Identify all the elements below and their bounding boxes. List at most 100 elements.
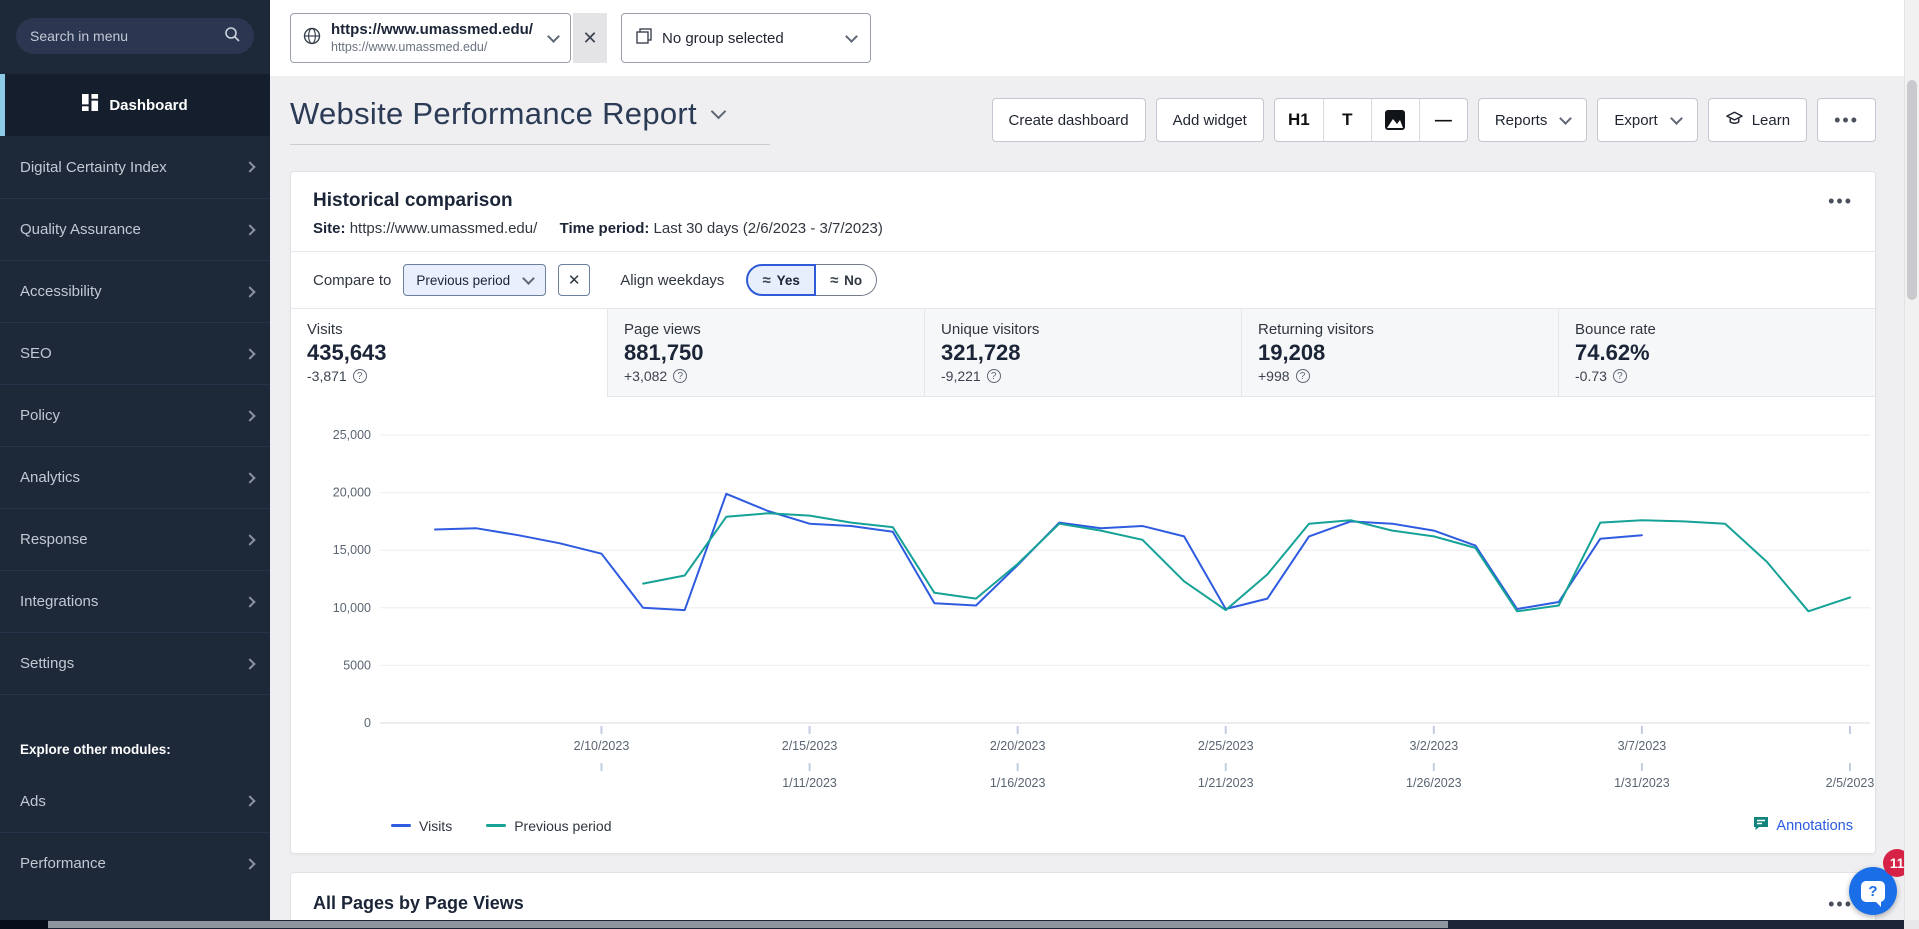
compare-period-dropdown[interactable]: Previous period [403, 264, 546, 296]
group-selector-dropdown[interactable]: No group selected [621, 13, 871, 63]
toolbar: Create dashboard Add widget H1 T — Repor… [992, 98, 1876, 142]
help-circle-icon[interactable]: ? [1613, 369, 1627, 383]
remove-comparison-button[interactable]: ✕ [558, 264, 590, 296]
scrollbar-corner [1904, 920, 1919, 929]
search-input[interactable] [30, 28, 224, 44]
x-tick-label: 3/2/2023 [1409, 739, 1458, 753]
metric-value: 74.62% [1575, 340, 1875, 366]
metric-label: Bounce rate [1575, 321, 1875, 338]
sidebar-item-label: Analytics [20, 469, 80, 486]
x-tick-label-secondary: 2/5/2023 [1826, 776, 1875, 790]
x-tick-label-secondary: 1/26/2023 [1406, 776, 1462, 790]
metric-label: Unique visitors [941, 321, 1241, 338]
sidebar-item-quality-assurance[interactable]: Quality Assurance [0, 198, 270, 260]
legend-label: Previous period [514, 818, 611, 834]
align-weekdays-no-button[interactable]: ≈ No [816, 264, 877, 296]
align-weekdays-label: Align weekdays [620, 272, 724, 289]
chevron-right-icon [244, 410, 255, 421]
card-more-button[interactable]: ••• [1828, 899, 1853, 909]
image-tool-button[interactable] [1371, 99, 1419, 141]
sidebar-item-policy[interactable]: Policy [0, 384, 270, 446]
metric-label: Returning visitors [1258, 321, 1558, 338]
sidebar-item-label: SEO [20, 345, 52, 362]
chevron-right-icon [244, 658, 255, 669]
sidebar-item-accessibility[interactable]: Accessibility [0, 260, 270, 322]
globe-icon [303, 27, 321, 50]
sidebar-item-label: Accessibility [20, 283, 102, 300]
y-tick-label: 25,000 [333, 428, 371, 442]
sidebar-item-label: Response [20, 531, 88, 548]
card-title: All Pages by Page Views [313, 893, 524, 914]
help-circle-icon[interactable]: ? [353, 369, 367, 383]
no-label: No [844, 273, 862, 288]
sidebar-item-performance[interactable]: Performance [0, 832, 270, 894]
report-title-dropdown[interactable]: Website Performance Report [290, 92, 770, 145]
sidebar-item-digital-certainty-index[interactable]: Digital Certainty Index [0, 136, 270, 198]
historical-comparison-card: Historical comparison ••• Site: https://… [290, 171, 1876, 854]
sidebar-item-ads[interactable]: Ads [0, 770, 270, 832]
create-dashboard-button[interactable]: Create dashboard [992, 98, 1146, 142]
text-tool-button[interactable]: T [1323, 99, 1371, 141]
sidebar-item-dashboard[interactable]: Dashboard [0, 74, 270, 136]
ellipsis-icon: ••• [1834, 115, 1859, 125]
sidebar-search[interactable] [16, 18, 254, 54]
horizontal-scrollbar[interactable] [0, 920, 1904, 929]
learn-label: Learn [1752, 112, 1790, 129]
metric-label: Page views [624, 321, 924, 338]
export-dropdown-button[interactable]: Export [1597, 98, 1697, 142]
sidebar-item-integrations[interactable]: Integrations [0, 570, 270, 632]
annotations-label: Annotations [1776, 818, 1853, 834]
y-tick-label: 0 [364, 716, 371, 730]
annotations-link[interactable]: Annotations [1753, 816, 1853, 835]
metric-tab-unique-visitors[interactable]: Unique visitors321,728-9,221? [924, 309, 1241, 397]
chart-canvas: 0500010,00015,00020,00025,0002/10/20232/… [295, 405, 1892, 805]
metric-delta: -9,221 [941, 368, 981, 384]
sidebar-menu: Digital Certainty IndexQuality Assurance… [0, 136, 270, 694]
main-content: Website Performance Report Create dashbo… [270, 76, 1904, 920]
clear-site-button[interactable]: ✕ [573, 13, 607, 63]
sidebar-item-label: Integrations [20, 593, 98, 610]
sidebar: Dashboard Digital Certainty IndexQuality… [0, 0, 270, 920]
help-circle-icon[interactable]: ? [673, 369, 687, 383]
x-tick-label: 2/25/2023 [1198, 739, 1254, 753]
x-tick-label-secondary: 1/31/2023 [1614, 776, 1670, 790]
metric-value: 881,750 [624, 340, 924, 366]
more-options-button[interactable]: ••• [1817, 98, 1876, 142]
vertical-scrollbar[interactable] [1904, 0, 1919, 920]
y-tick-label: 5000 [343, 658, 371, 672]
metric-tab-returning-visitors[interactable]: Returning visitors19,208+998? [1241, 309, 1558, 397]
vertical-scrollbar-thumb[interactable] [1907, 80, 1917, 300]
metric-delta: -0.73 [1575, 368, 1607, 384]
all-pages-card: All Pages by Page Views ••• [290, 872, 1876, 920]
site-selector-dropdown[interactable]: https://www.umassmed.edu/ https://www.um… [290, 13, 571, 63]
help-circle-icon[interactable]: ? [987, 369, 1001, 383]
chevron-down-icon [711, 103, 727, 119]
page-title: Website Performance Report [290, 96, 697, 132]
sidebar-item-settings[interactable]: Settings [0, 632, 270, 694]
sidebar-spacer [0, 694, 270, 728]
heading-tool-button[interactable]: H1 [1275, 99, 1323, 141]
sidebar-extra-menu: Ads Performance [0, 770, 270, 894]
chevron-right-icon [244, 348, 255, 359]
metric-tab-visits[interactable]: Visits435,643-3,871? [291, 309, 607, 397]
metric-value: 19,208 [1258, 340, 1558, 366]
sidebar-item-response[interactable]: Response [0, 508, 270, 570]
horizontal-scrollbar-thumb[interactable] [48, 921, 1448, 928]
sidebar-item-analytics[interactable]: Analytics [0, 446, 270, 508]
metric-tab-page-views[interactable]: Page views881,750+3,082? [607, 309, 924, 397]
y-tick-label: 20,000 [333, 486, 371, 500]
reports-dropdown-button[interactable]: Reports [1478, 98, 1588, 142]
card-meta: Site: https://www.umassmed.edu/ Time per… [291, 218, 1875, 252]
chart-legend: VisitsPrevious period [391, 818, 611, 834]
divider-tool-button[interactable]: — [1419, 99, 1467, 141]
close-icon: ✕ [568, 271, 581, 289]
help-circle-icon[interactable]: ? [1296, 369, 1310, 383]
align-weekdays-toggle: ≈ Yes ≈ No [746, 264, 877, 296]
learn-button[interactable]: Learn [1708, 98, 1807, 142]
add-widget-button[interactable]: Add widget [1156, 98, 1264, 142]
sidebar-item-label: Performance [20, 855, 106, 872]
align-weekdays-yes-button[interactable]: ≈ Yes [746, 264, 816, 296]
metric-tab-bounce-rate[interactable]: Bounce rate 74.62% -0.73? [1558, 309, 1875, 397]
card-more-button[interactable]: ••• [1828, 196, 1853, 206]
sidebar-item-seo[interactable]: SEO [0, 322, 270, 384]
